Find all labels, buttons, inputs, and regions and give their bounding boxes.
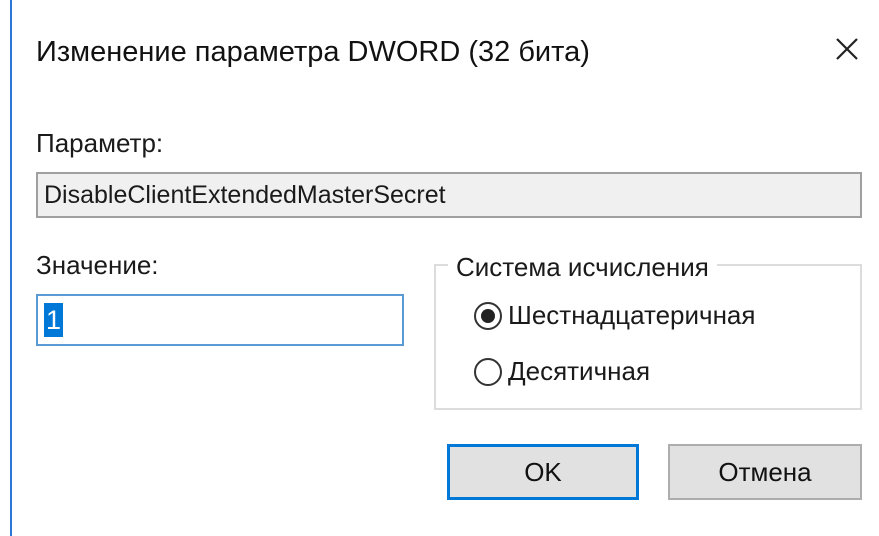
dialog-title: Изменение параметра DWORD (32 бита) xyxy=(36,36,590,68)
ok-button[interactable]: OK xyxy=(447,444,639,500)
value-input-text: 1 xyxy=(44,303,64,337)
radio-unselected-icon xyxy=(474,357,502,386)
close-button[interactable] xyxy=(825,27,869,71)
parameter-name-field: DisableClientExtendedMasterSecret xyxy=(36,172,862,218)
base-groupbox-title: Система исчисления xyxy=(448,252,717,283)
parameter-label: Параметр: xyxy=(36,128,164,158)
radio-hexadecimal-label: Шестнадцатеричная xyxy=(508,300,756,330)
cancel-button[interactable]: Отмена xyxy=(668,444,862,500)
dword-edit-dialog: Изменение параметра DWORD (32 бита) Пара… xyxy=(0,0,879,536)
radio-decimal-label: Десятичная xyxy=(508,356,651,386)
value-input[interactable]: 1 xyxy=(36,294,404,346)
close-icon xyxy=(836,38,858,60)
value-label: Значение: xyxy=(36,250,159,280)
radio-selected-icon xyxy=(474,301,502,330)
radio-decimal[interactable]: Десятичная xyxy=(474,356,650,387)
window-left-border xyxy=(10,0,12,536)
radio-hexadecimal[interactable]: Шестнадцатеричная xyxy=(474,300,755,331)
base-groupbox xyxy=(434,264,862,410)
